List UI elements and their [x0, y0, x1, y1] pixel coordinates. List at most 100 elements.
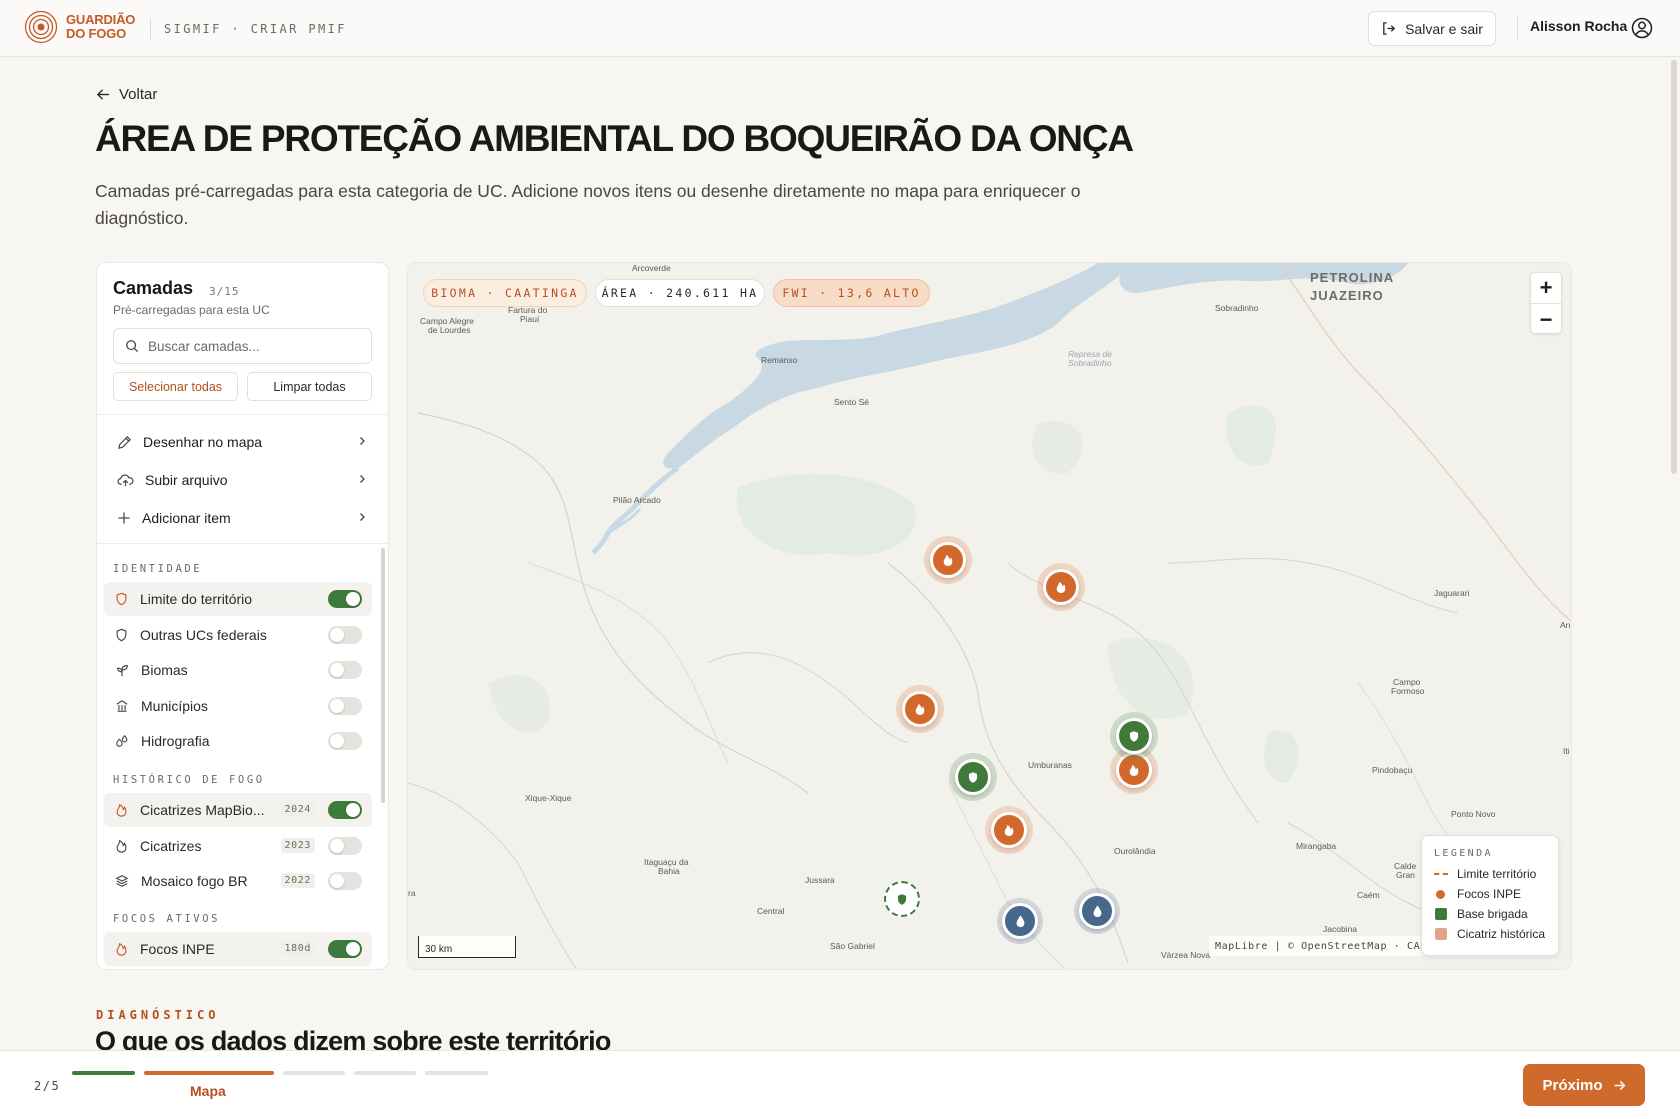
layer-toggle[interactable]	[328, 590, 362, 608]
layer-toggle[interactable]	[328, 626, 362, 644]
step-segment[interactable]	[283, 1071, 345, 1075]
pencil-icon	[118, 435, 131, 449]
layer-cicatrizes-mapbiomas[interactable]: Cicatrizes MapBio... 2024	[104, 793, 372, 827]
layers-panel: Camadas 3/15 Pré-carregadas para esta UC…	[96, 262, 389, 970]
layer-toggle[interactable]	[328, 697, 362, 715]
layer-biomas[interactable]: Biomas	[104, 653, 372, 687]
brigade-base-marker[interactable]	[1116, 718, 1152, 754]
layer-outras-ucs[interactable]: Outras UCs federais	[104, 618, 372, 652]
legend-title: LEGENDA	[1434, 848, 1493, 859]
panel-scrollbar[interactable]	[381, 548, 385, 803]
flame-icon	[943, 554, 953, 566]
water-point-marker[interactable]	[1079, 893, 1115, 929]
map-label-xique-xique: Xique-Xique	[525, 793, 572, 803]
chevron-right-icon	[360, 437, 365, 445]
logo-text: GUARDIÃO DO FOGO	[66, 12, 136, 41]
fire-marker[interactable]	[1116, 752, 1152, 788]
layer-toggle[interactable]	[328, 661, 362, 679]
map-label-caldeirao-2: Gran	[1396, 870, 1415, 880]
layer-focos-inpe[interactable]: Focos INPE 180d	[104, 932, 372, 966]
layers-count: 3/15	[209, 285, 240, 298]
layer-toggle[interactable]	[328, 837, 362, 855]
flame-icon	[915, 703, 925, 715]
draw-on-map-action[interactable]: Desenhar no mapa	[97, 423, 388, 461]
back-link[interactable]: Voltar	[96, 86, 157, 103]
fire-marker[interactable]	[930, 542, 966, 578]
upload-file-action[interactable]: Subir arquivo	[97, 461, 388, 499]
pending-base-marker[interactable]	[884, 881, 920, 917]
zoom-in-button[interactable]: +	[1531, 273, 1561, 304]
fire-marker[interactable]	[902, 691, 938, 727]
flame-icon	[1056, 581, 1066, 593]
layer-toggle[interactable]	[328, 732, 362, 750]
zoom-control: + −	[1530, 272, 1562, 334]
breadcrumb: SIGMIF · CRIAR PMIF	[150, 19, 347, 39]
header-divider	[1517, 16, 1518, 40]
layer-year-badge: 180d	[280, 941, 315, 956]
legend-item: Cicatriz histórica	[1434, 924, 1558, 944]
flame-icon	[116, 839, 127, 853]
step-segment[interactable]	[425, 1071, 488, 1075]
zoom-out-button[interactable]: −	[1531, 304, 1561, 335]
layer-toggle[interactable]	[328, 872, 362, 890]
map-label-pilao-arcado: Pilão Arcado	[613, 495, 661, 505]
flame-icon	[116, 803, 127, 817]
layer-year-badge: 2022	[280, 873, 315, 888]
droplet-icon	[1093, 905, 1101, 918]
search-input[interactable]	[148, 338, 358, 354]
user-avatar-icon[interactable]	[1631, 17, 1653, 39]
page-scrollbar[interactable]	[1671, 60, 1677, 474]
page-description: Camadas pré-carregadas para esta categor…	[95, 181, 1081, 228]
shield-icon	[897, 893, 907, 905]
layer-toggle[interactable]	[328, 940, 362, 958]
layer-limite-territorio[interactable]: Limite do território	[104, 582, 372, 616]
shield-icon	[116, 628, 127, 642]
shield-icon	[968, 771, 978, 783]
page-title: ÁREA DE PROTEÇÃO AMBIENTAL DO BOQUEIRÃO …	[95, 118, 1134, 159]
search-icon	[126, 340, 139, 353]
map-label-pindobacu: Pindobaçu	[1372, 765, 1413, 775]
save-exit-button[interactable]: Salvar e sair	[1368, 11, 1496, 46]
select-all-button[interactable]: Selecionar todas	[113, 372, 238, 401]
layer-toggle[interactable]	[328, 801, 362, 819]
shield-icon	[1129, 730, 1139, 742]
step-segment-current[interactable]	[144, 1071, 274, 1075]
map-label-an: An	[1560, 620, 1571, 630]
layer-hidrografia[interactable]: Hidrografia	[104, 724, 372, 758]
group-label-identidade: IDENTIDADE	[113, 563, 203, 575]
stepper-bar: 2/5 Mapa Próximo	[0, 1050, 1680, 1119]
map-label-represa-2: Sobradinho	[1068, 358, 1112, 368]
square-swatch	[1435, 928, 1447, 940]
map-label-sobradinho: Sobradinho	[1215, 303, 1259, 313]
add-item-action[interactable]: Adicionar item	[97, 499, 388, 537]
layer-cicatrizes[interactable]: Cicatrizes 2023	[104, 829, 372, 863]
flame-icon	[1129, 764, 1139, 776]
legend-item: Focos INPE	[1434, 884, 1558, 904]
fire-marker[interactable]	[991, 812, 1027, 848]
panel-divider	[97, 543, 388, 544]
next-button[interactable]: Próximo	[1523, 1064, 1645, 1106]
water-point-marker[interactable]	[1002, 903, 1038, 939]
step-count: 2/5	[34, 1079, 61, 1093]
layers-subtitle: Pré-carregadas para esta UC	[113, 303, 270, 317]
fire-marker[interactable]	[1043, 569, 1079, 605]
step-segment[interactable]	[354, 1071, 416, 1075]
plus-icon	[118, 512, 130, 524]
step-segment-complete[interactable]	[72, 1071, 135, 1075]
logo[interactable]: GUARDIÃO DO FOGO	[24, 10, 135, 44]
layer-mosaico-fogo[interactable]: Mosaico fogo BR 2022	[104, 864, 372, 898]
map-legend: LEGENDA Limite território Focos INPE Bas…	[1421, 835, 1559, 956]
map-view[interactable]: Arcoverde Campo Alegre de Lourdes Fartur…	[407, 262, 1572, 970]
map-label-edge: ra	[408, 888, 416, 898]
map-label-sento-se: Sento Sé	[834, 397, 869, 407]
chevron-right-icon	[360, 513, 365, 521]
map-label-campo-alegre-2: de Lourdes	[428, 325, 471, 335]
map-label-fartura-2: Piauí	[520, 314, 540, 324]
brigade-base-marker[interactable]	[955, 759, 991, 795]
map-attribution[interactable]: MapLibre | © OpenStreetMap · CAR	[1209, 936, 1433, 956]
map-label-campo-formoso-2: Formoso	[1391, 686, 1425, 696]
user-name[interactable]: Alisson Rocha	[1530, 18, 1627, 34]
layer-municipios[interactable]: Municípios	[104, 689, 372, 723]
clear-all-button[interactable]: Limpar todas	[247, 372, 372, 401]
layer-search[interactable]	[113, 328, 372, 364]
